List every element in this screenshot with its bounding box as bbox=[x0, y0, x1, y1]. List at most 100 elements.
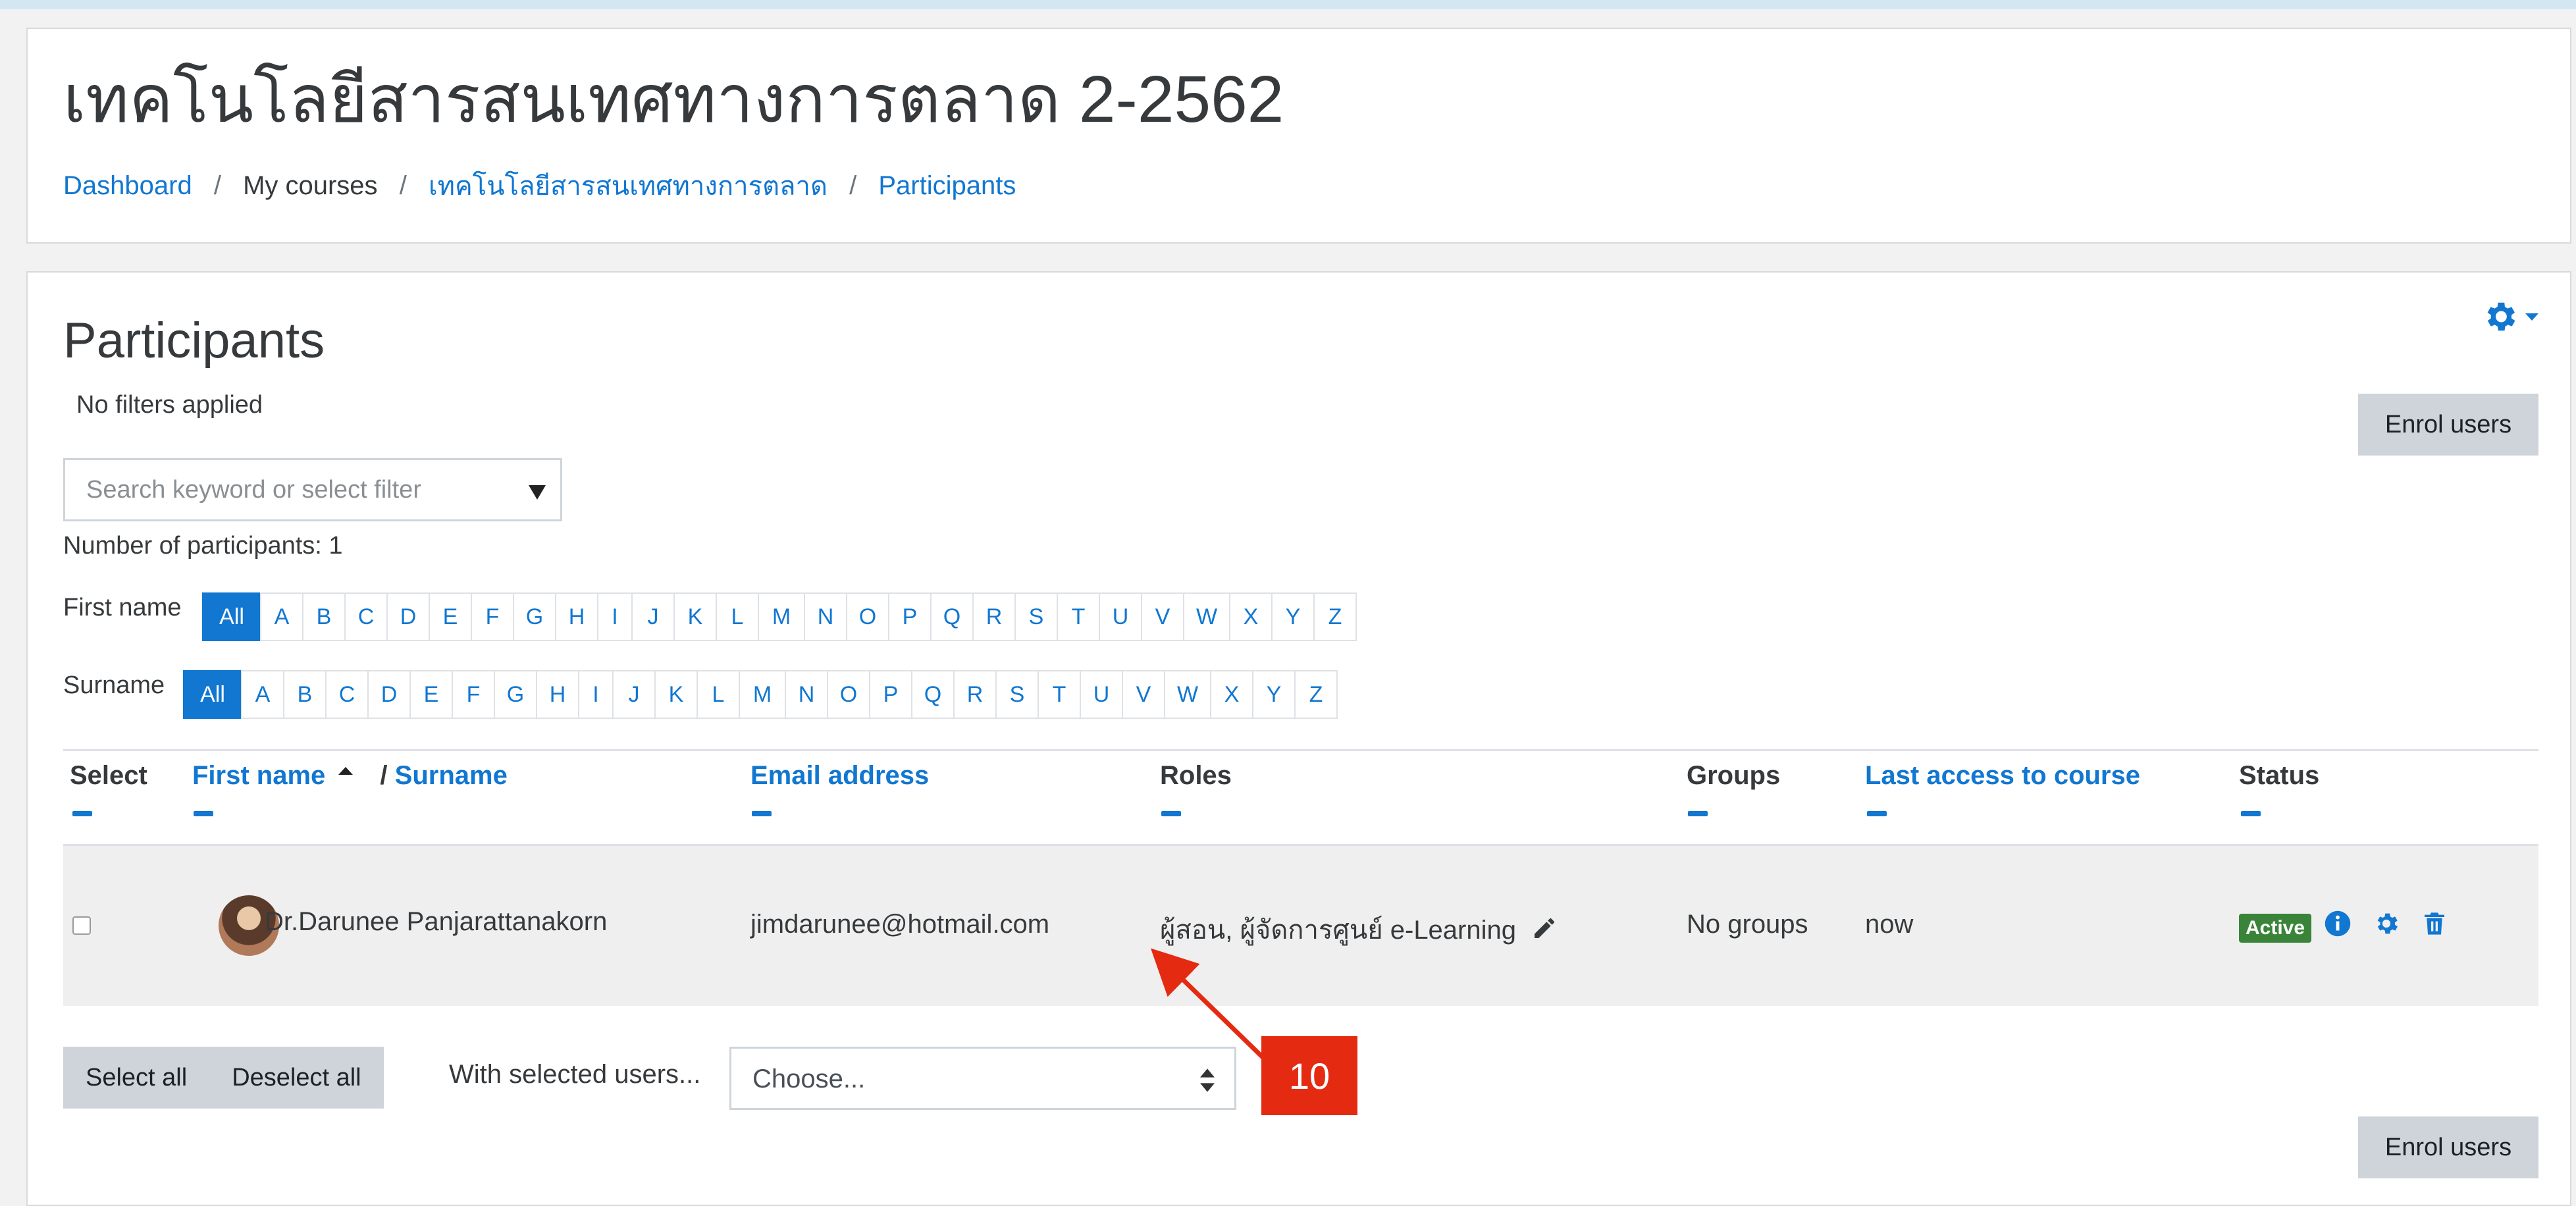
first-name-letter-e[interactable]: E bbox=[429, 592, 472, 641]
select-all-button[interactable]: Select all bbox=[63, 1047, 209, 1109]
surname-letter-i[interactable]: I bbox=[578, 670, 614, 719]
surname-letter-f[interactable]: F bbox=[452, 670, 495, 719]
first-name-letter-m[interactable]: M bbox=[758, 592, 805, 641]
first-name-letter-f[interactable]: F bbox=[471, 592, 514, 641]
name-separator: / bbox=[380, 761, 388, 790]
first-name-letter-bar: All A B C D E F G H I J K L M N O P Q R S T U V W X Y Z bbox=[202, 592, 1357, 641]
deselect-all-button[interactable]: Deselect all bbox=[209, 1047, 383, 1109]
course-header: เทคโนโลยีสารสนเทศทางการตลาด 2-2562 Dashb… bbox=[26, 28, 2571, 244]
first-name-letter-j[interactable]: J bbox=[631, 592, 675, 641]
first-name-letter-s[interactable]: S bbox=[1014, 592, 1058, 641]
surname-letter-z[interactable]: Z bbox=[1294, 670, 1338, 719]
breadcrumb-course[interactable]: เทคโนโลยีสารสนเทศทางการตลาด bbox=[429, 165, 828, 207]
breadcrumb-separator: / bbox=[849, 170, 857, 200]
surname-letter-s[interactable]: S bbox=[995, 670, 1039, 719]
surname-letter-c[interactable]: C bbox=[325, 670, 369, 719]
first-name-letter-x[interactable]: X bbox=[1229, 592, 1273, 641]
column-header-email[interactable]: Email address bbox=[750, 761, 929, 791]
surname-letter-o[interactable]: O bbox=[827, 670, 870, 719]
surname-letter-t[interactable]: T bbox=[1038, 670, 1081, 719]
surname-letter-a[interactable]: A bbox=[241, 670, 284, 719]
first-name-letter-p[interactable]: P bbox=[888, 592, 932, 641]
first-name-letter-b[interactable]: B bbox=[302, 592, 346, 641]
surname-letter-y[interactable]: Y bbox=[1252, 670, 1296, 719]
enrol-users-button-bottom[interactable]: Enrol users bbox=[2358, 1116, 2538, 1178]
column-header-first-name[interactable]: First name / Surname bbox=[192, 761, 508, 791]
surname-letter-m[interactable]: M bbox=[739, 670, 786, 719]
settings-menu[interactable] bbox=[2481, 298, 2538, 336]
surname-letter-e[interactable]: E bbox=[409, 670, 453, 719]
participant-name-link[interactable]: Dr.Darunee Panjarattanakorn bbox=[265, 907, 607, 937]
surname-letter-all[interactable]: All bbox=[183, 670, 242, 719]
surname-filter: Surname bbox=[63, 671, 165, 700]
surname-letter-w[interactable]: W bbox=[1164, 670, 1211, 719]
first-name-letter-g[interactable]: G bbox=[513, 592, 556, 641]
bulk-action-select[interactable]: Choose... bbox=[729, 1047, 1236, 1110]
surname-letter-v[interactable]: V bbox=[1122, 670, 1165, 719]
enrol-users-button[interactable]: Enrol users bbox=[2358, 394, 2538, 456]
first-name-letter-all[interactable]: All bbox=[202, 592, 261, 641]
column-toggle-last-access[interactable] bbox=[1867, 811, 1887, 816]
surname-letter-n[interactable]: N bbox=[785, 670, 828, 719]
surname-letter-k[interactable]: K bbox=[654, 670, 698, 719]
sort-surname-link[interactable]: Surname bbox=[395, 761, 508, 790]
first-name-letter-i[interactable]: I bbox=[597, 592, 633, 641]
annotation-callout: 10 bbox=[1261, 1036, 1357, 1115]
breadcrumb-participants[interactable]: Participants bbox=[878, 171, 1016, 201]
participant-last-access: now bbox=[1865, 910, 1914, 939]
surname-letter-d[interactable]: D bbox=[367, 670, 411, 719]
surname-letter-h[interactable]: H bbox=[536, 670, 579, 719]
column-header-last-access[interactable]: Last access to course bbox=[1865, 761, 2140, 791]
first-name-letter-q[interactable]: Q bbox=[930, 592, 974, 641]
column-toggle-name[interactable] bbox=[194, 811, 213, 816]
surname-letter-u[interactable]: U bbox=[1080, 670, 1123, 719]
row-select-checkbox[interactable] bbox=[72, 916, 91, 935]
first-name-letter-n[interactable]: N bbox=[804, 592, 847, 641]
first-name-letter-z[interactable]: Z bbox=[1313, 592, 1357, 641]
first-name-letter-k[interactable]: K bbox=[673, 592, 717, 641]
surname-letter-x[interactable]: X bbox=[1210, 670, 1253, 719]
status-badge: Active bbox=[2239, 914, 2312, 943]
column-toggle-email[interactable] bbox=[752, 811, 772, 816]
first-name-letter-t[interactable]: T bbox=[1057, 592, 1100, 641]
column-toggle-roles[interactable] bbox=[1161, 811, 1181, 816]
sort-ascending-icon bbox=[338, 767, 354, 775]
search-placeholder: Search keyword or select filter bbox=[86, 476, 421, 504]
first-name-filter-label: First name bbox=[63, 594, 182, 621]
surname-filter-label: Surname bbox=[63, 671, 165, 699]
first-name-letter-r[interactable]: R bbox=[972, 592, 1016, 641]
surname-letter-r[interactable]: R bbox=[953, 670, 997, 719]
surname-letter-p[interactable]: P bbox=[869, 670, 912, 719]
participant-email: jimdarunee@hotmail.com bbox=[750, 910, 1050, 939]
first-name-letter-y[interactable]: Y bbox=[1271, 592, 1315, 641]
breadcrumb-dashboard[interactable]: Dashboard bbox=[63, 171, 192, 201]
first-name-letter-c[interactable]: C bbox=[344, 592, 388, 641]
first-name-letter-u[interactable]: U bbox=[1099, 592, 1142, 641]
surname-letter-g[interactable]: G bbox=[494, 670, 537, 719]
surname-letter-bar: All A B C D E F G H I J K L M N O P Q R S T U V W X Y Z bbox=[183, 670, 1338, 719]
first-name-letter-d[interactable]: D bbox=[386, 592, 430, 641]
participant-roles: ผู้สอน, ผู้จัดการศูนย์ e-Learning bbox=[1160, 908, 1558, 951]
surname-letter-q[interactable]: Q bbox=[911, 670, 955, 719]
sort-first-name-link[interactable]: First name bbox=[192, 761, 325, 790]
first-name-letter-a[interactable]: A bbox=[260, 592, 303, 641]
first-name-letter-w[interactable]: W bbox=[1183, 592, 1230, 641]
cog-icon[interactable] bbox=[2373, 910, 2400, 937]
roles-text: ผู้สอน, ผู้จัดการศูนย์ e-Learning bbox=[1160, 916, 1516, 945]
info-icon[interactable] bbox=[2324, 910, 2352, 937]
first-name-letter-l[interactable]: L bbox=[716, 592, 759, 641]
first-name-letter-v[interactable]: V bbox=[1141, 592, 1184, 641]
surname-letter-b[interactable]: B bbox=[283, 670, 327, 719]
column-toggle-groups[interactable] bbox=[1688, 811, 1708, 816]
first-name-letter-o[interactable]: O bbox=[846, 592, 889, 641]
trash-icon[interactable] bbox=[2421, 910, 2448, 937]
breadcrumb-separator: / bbox=[399, 170, 407, 200]
column-toggle-select[interactable] bbox=[72, 811, 92, 816]
surname-letter-l[interactable]: L bbox=[697, 670, 740, 719]
surname-letter-j[interactable]: J bbox=[612, 670, 656, 719]
first-name-letter-h[interactable]: H bbox=[555, 592, 598, 641]
pencil-icon[interactable] bbox=[1531, 915, 1558, 941]
search-filter-input[interactable]: Search keyword or select filter bbox=[63, 458, 562, 521]
dropdown-arrow-icon bbox=[529, 485, 546, 500]
column-toggle-status[interactable] bbox=[2241, 811, 2261, 816]
